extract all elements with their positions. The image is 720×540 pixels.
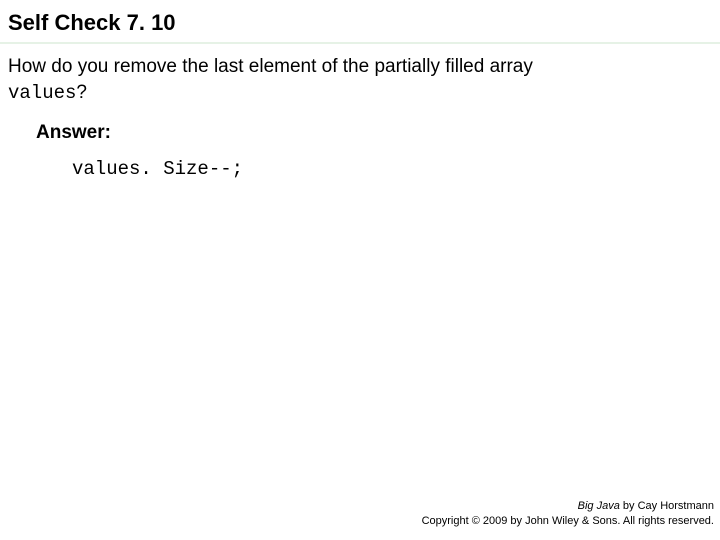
answer-code: values. Size--; [0, 144, 720, 180]
footer: Big Java by Cay Horstmann Copyright © 20… [422, 499, 714, 528]
footer-line1: Big Java by Cay Horstmann [422, 499, 714, 513]
title-underline [0, 42, 720, 44]
footer-book-title: Big Java [578, 500, 620, 512]
answer-label: Answer: [0, 106, 720, 144]
question-line1: How do you remove the last element of th… [8, 56, 533, 77]
slide-title: Self Check 7. 10 [0, 0, 720, 42]
footer-copyright: Copyright © 2009 by John Wiley & Sons. A… [422, 514, 714, 528]
footer-byline: by Cay Horstmann [620, 500, 714, 512]
slide: Self Check 7. 10 How do you remove the l… [0, 0, 720, 540]
question-text: How do you remove the last element of th… [0, 54, 720, 106]
question-qmark: ? [76, 82, 87, 103]
question-code-word: values [8, 82, 76, 104]
